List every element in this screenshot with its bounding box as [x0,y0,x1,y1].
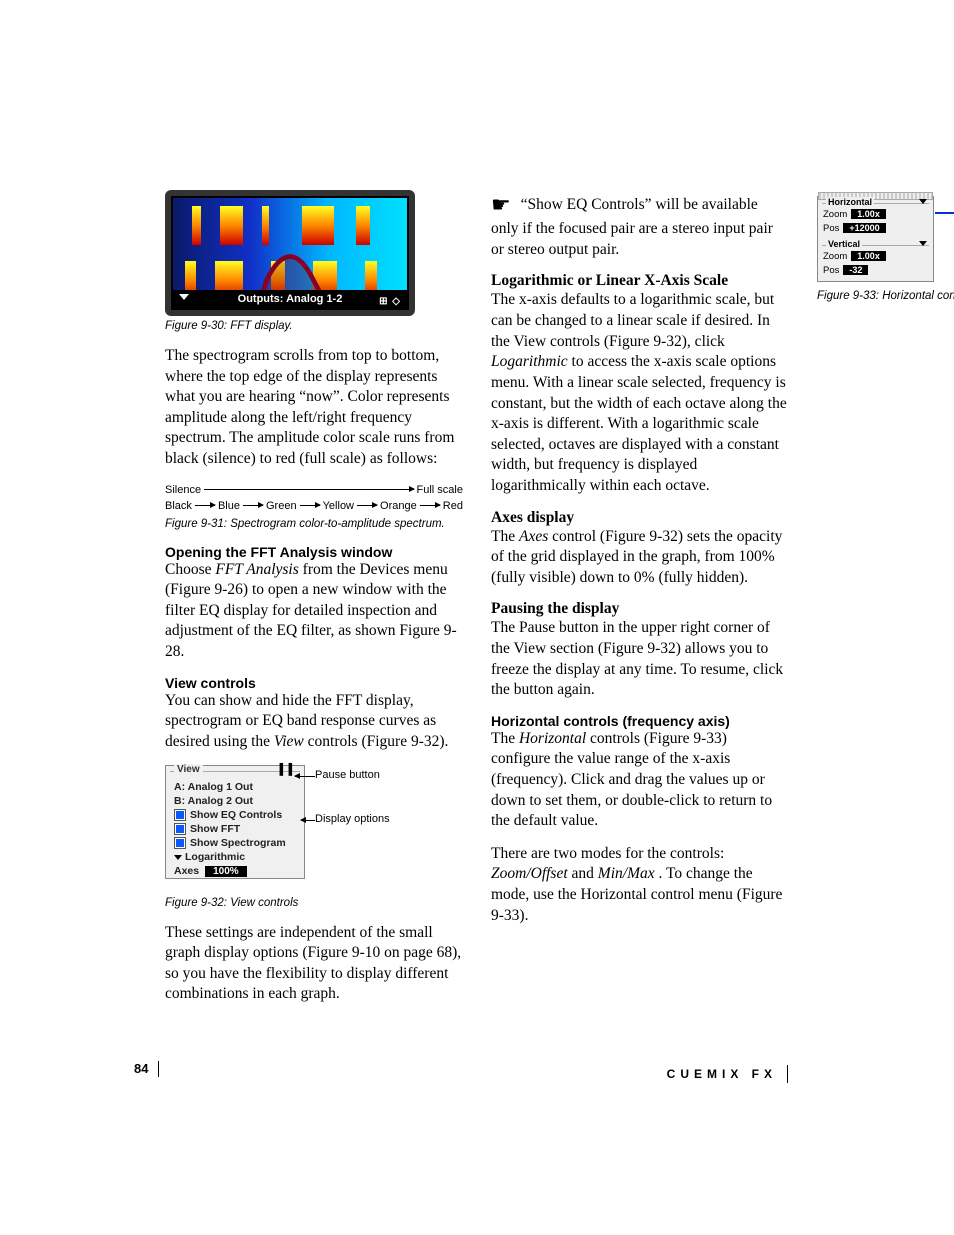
view-independent: These settings are independent of the sm… [165,923,463,1005]
chevron-down-icon [174,855,182,860]
fig30-caption: Figure 9-30: FFT display. [165,320,463,332]
spectrum-left-top: Silence [165,484,201,496]
arrow-icon [420,505,440,506]
arrow-icon [935,212,954,214]
view-show-spectrogram[interactable]: Show Spectrogram [166,836,304,850]
pausing-desc: The Pause button in the upper right corn… [491,618,789,700]
arrow-icon [357,505,377,506]
heading-axes: Axes display [491,509,789,527]
callout-pause: Pause button [315,769,380,781]
view-controls-panel: View ▍▍ A: Analog 1 Out B: Analog 2 Out … [165,765,305,880]
arrow-icon [243,505,263,506]
hz-panel-left: Horizontal Zoom1.00x Pos+12000 Vertical … [817,196,934,282]
heading-log-linear: Logarithmic or Linear X-Axis Scale [491,272,789,290]
fft-menu-icon[interactable] [179,294,189,300]
heading-horizontal: Horizontal controls (frequency axis) [491,713,789,729]
fft-display: Outputs: Analog 1-2 ⊞ ◇ [171,196,409,310]
fft-expand-icon[interactable]: ⊞ ◇ [379,293,401,310]
spectrum-right-top: Full scale [417,484,463,496]
fig33-caption: Figure 9-33: Horizontal control menu [817,290,954,302]
view-show-eq[interactable]: Show EQ Controls [166,808,304,822]
view-logarithmic[interactable]: Logarithmic [166,850,304,864]
view-group-label: View [174,764,203,775]
checkbox-icon[interactable] [174,823,186,835]
footer-title: CUEMIX FX [667,1065,788,1083]
checkbox-icon[interactable] [174,837,186,849]
chevron-down-icon[interactable] [919,199,927,204]
fig32-caption: Figure 9-32: View controls [165,897,463,909]
heading-pausing: Pausing the display [491,600,789,618]
axes-value[interactable]: 100% [205,866,247,877]
view-axes[interactable]: Axes100% [166,864,304,878]
spectrogram-desc: The spectrogram scrolls from top to bott… [165,346,463,470]
heading-open-fft: Opening the FFT Analysis window [165,544,463,560]
pointing-hand-icon: ☛ [491,192,511,217]
view-a-out[interactable]: A: Analog 1 Out [166,780,304,794]
heading-view-controls: View controls [165,675,463,691]
arrow-icon [204,489,413,490]
view-b-out[interactable]: B: Analog 2 Out [166,794,304,808]
arrow-icon [300,505,320,506]
arrow-icon [195,505,215,506]
checkbox-icon[interactable] [174,809,186,821]
view-show-fft[interactable]: Show FFT [166,822,304,836]
callout-display-options: Display options [315,813,390,825]
page-number: 84 [134,1061,159,1077]
fft-output-label: Outputs: Analog 1-2 [238,293,343,305]
fig31-caption: Figure 9-31: Spectrogram color-to-amplit… [165,518,463,530]
chevron-down-icon[interactable] [919,241,927,246]
